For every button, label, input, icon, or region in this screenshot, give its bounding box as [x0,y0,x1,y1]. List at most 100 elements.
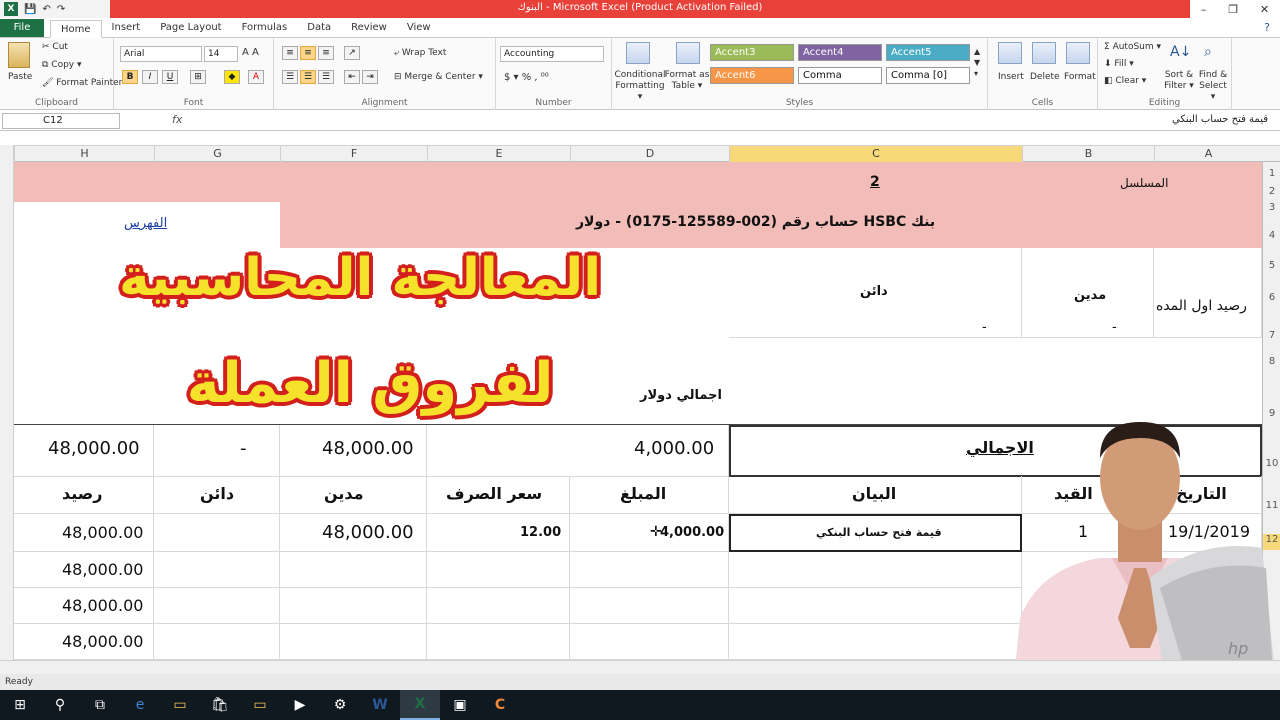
row12-credit-cell[interactable] [154,514,280,552]
cut-button[interactable]: ✂ Cut [42,42,68,52]
merge-center-button[interactable]: ⊟ Merge & Center ▾ [394,72,483,82]
row13-debit-cell[interactable] [280,552,427,588]
row-header-4[interactable]: 4 [1263,230,1280,241]
copy-button[interactable]: ⧉ Copy ▾ [42,60,82,70]
store-icon[interactable]: 🛍 [200,690,240,720]
align-middle-icon[interactable]: ≡ [300,46,316,60]
align-left-icon[interactable]: ☰ [282,70,298,84]
edge-browser-icon[interactable]: e [120,690,160,720]
styles-scroll-icon[interactable]: ▲ ▼ ▾ [974,46,980,79]
number-format-select[interactable]: Accounting [500,46,604,62]
row13-rate-cell[interactable] [427,552,570,588]
total-credit-cell[interactable] [154,425,280,477]
bold-button[interactable]: B [122,70,138,84]
clear-button[interactable]: ◧ Clear ▾ [1104,76,1146,86]
row14-rate-cell[interactable] [427,588,570,624]
row-header-2[interactable]: 2 [1263,186,1280,197]
italic-button[interactable]: I [142,70,158,84]
row15-amount-cell[interactable] [570,624,729,660]
style-accent6[interactable]: Accent6 [710,67,794,84]
word-icon[interactable]: W [360,690,400,720]
sort-filter-button[interactable]: Sort & Filter ▾ [1164,70,1194,92]
style-accent5[interactable]: Accent5 [886,44,970,61]
row15-rate-cell[interactable] [427,624,570,660]
outdent-icon[interactable]: ⇥ [362,70,378,84]
column-header-e[interactable]: E [427,146,570,162]
paste-icon[interactable] [8,42,30,68]
orientation-icon[interactable]: ↗ [344,46,360,60]
align-right-icon[interactable]: ☰ [318,70,334,84]
search-icon[interactable]: ⚲ [40,690,80,720]
column-header-d[interactable]: D [570,146,729,162]
tab-view[interactable]: View [397,19,441,37]
row15-debit-cell[interactable] [280,624,427,660]
autosum-button[interactable]: Σ AutoSum ▾ [1104,42,1161,52]
tab-home[interactable]: Home [50,20,102,38]
column-header-g[interactable]: G [154,146,280,162]
underline-button[interactable]: U [162,70,178,84]
column-header-b[interactable]: B [1022,146,1154,162]
help-icon[interactable]: ? [1264,19,1280,37]
indent-icon[interactable]: ⇤ [344,70,360,84]
serial-value[interactable]: 2 [870,174,880,190]
wrap-text-button[interactable]: ⤶ Wrap Text [394,48,446,58]
style-comma-0[interactable]: Comma [0] [886,67,970,84]
sort-filter-icon[interactable]: A↓ [1170,44,1191,60]
align-bottom-icon[interactable]: ≡ [318,46,334,60]
row15-credit-cell[interactable] [154,624,280,660]
tab-page-layout[interactable]: Page Layout [150,19,231,37]
conditional-formatting-icon[interactable] [626,42,650,64]
name-box[interactable]: C12 [2,113,120,129]
format-as-table-button[interactable]: Format as Table ▾ [664,70,710,92]
minimize-button[interactable]: – [1201,3,1207,16]
row14-credit-cell[interactable] [154,588,280,624]
restore-button[interactable]: ❐ [1228,3,1238,16]
camtasia-icon[interactable]: C [480,690,520,720]
font-size-select[interactable]: 14 [204,46,238,62]
borders-icon[interactable]: ⊞ [190,70,206,84]
format-painter-button[interactable]: 🖌 Format Painter [42,78,122,88]
index-link[interactable]: الفهرس [124,216,167,231]
delete-cells-icon[interactable] [1032,42,1056,64]
delete-cells-button[interactable]: Delete [1030,72,1060,82]
tab-insert[interactable]: Insert [102,19,151,37]
fx-icon[interactable]: fx [172,113,182,126]
format-cells-button[interactable]: Format [1064,72,1096,82]
align-top-icon[interactable]: ≡ [282,46,298,60]
tab-file[interactable]: File [0,19,44,37]
font-name-select[interactable]: Arial [120,46,202,62]
column-header-a[interactable]: A [1154,146,1262,162]
horizontal-scrollbar[interactable] [0,660,1280,674]
file-explorer-icon[interactable]: ▭ [160,690,200,720]
folder-icon[interactable]: ▭ [240,690,280,720]
row14-debit-cell[interactable] [280,588,427,624]
row-header-8[interactable]: 8 [1263,356,1280,367]
row-header-3[interactable]: 3 [1263,202,1280,213]
media-player-icon[interactable]: ▶ [280,690,320,720]
paste-button[interactable]: Paste [8,72,32,82]
settings-icon[interactable]: ⚙ [320,690,360,720]
row-header-5[interactable]: 5 [1263,260,1280,271]
format-cells-icon[interactable] [1066,42,1090,64]
fill-button[interactable]: ⬇ Fill ▾ [1104,59,1134,69]
row13-credit-cell[interactable] [154,552,280,588]
align-center-icon[interactable]: ☰ [300,70,316,84]
tab-formulas[interactable]: Formulas [232,19,298,37]
excel-icon[interactable]: X [400,690,440,720]
insert-cells-icon[interactable] [998,42,1022,64]
row13-amount-cell[interactable] [570,552,729,588]
column-header-c[interactable]: C [729,146,1022,162]
find-select-icon[interactable]: ⌕ [1204,44,1212,60]
task-view-icon[interactable]: ⧉ [80,690,120,720]
windows-start-icon[interactable]: ⊞ [0,690,40,720]
row-header-7[interactable]: 7 [1263,330,1280,341]
row-header-1[interactable]: 1 [1263,168,1280,179]
vertical-scrollbar[interactable] [0,145,14,660]
photos-icon[interactable]: ▣ [440,690,480,720]
style-comma[interactable]: Comma [798,67,882,84]
insert-cells-button[interactable]: Insert [998,72,1024,82]
font-color-icon[interactable]: A [248,70,264,84]
tab-review[interactable]: Review [341,19,397,37]
format-as-table-icon[interactable] [676,42,700,64]
formula-content[interactable]: قيمة فتح حساب البنكي [1172,114,1268,125]
